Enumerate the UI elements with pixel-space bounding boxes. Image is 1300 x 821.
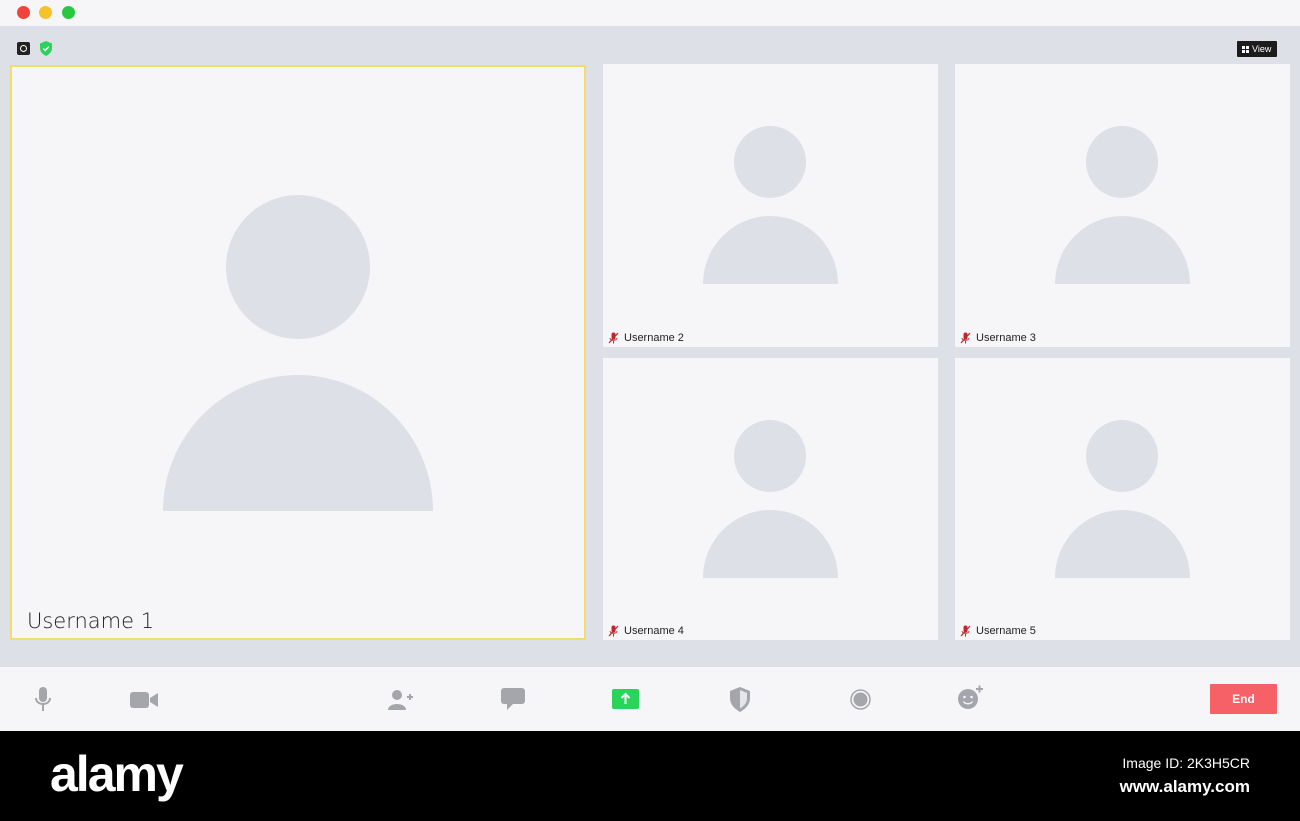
participant-name: Username 4 [624,625,684,637]
end-call-button[interactable]: End [1210,684,1277,714]
participant-name: Username 3 [976,332,1036,344]
window-titlebar [0,0,1300,26]
avatar-body [703,510,838,578]
participant-name: Username 1 [27,609,155,633]
image-id: Image ID: 2K3H5CR [1122,755,1250,771]
mic-muted-icon [608,625,619,637]
mic-muted-icon [960,625,971,637]
close-window-button[interactable] [17,6,30,19]
avatar-body [1055,510,1190,578]
maximize-window-button[interactable] [62,6,75,19]
info-icon[interactable] [17,42,30,55]
avatar-head [1086,126,1158,198]
watermark-footer: alamy Image ID: 2K3H5CR www.alamy.com [0,731,1300,821]
participant-name: Username 2 [624,332,684,344]
participant-tile-5[interactable]: Username 5 [955,358,1290,640]
participant-name: Username 5 [976,625,1036,637]
avatar-body [163,375,433,511]
participant-label: Username 3 [960,332,1036,344]
view-layout-button[interactable]: View [1237,41,1277,57]
avatar-head [1086,420,1158,492]
avatar-body [1055,216,1190,284]
mic-muted-icon [608,332,619,344]
participant-label: Username 5 [960,625,1036,637]
security-icon[interactable] [729,687,751,712]
video-camera-icon[interactable] [130,691,159,709]
participant-tile-3[interactable]: Username 3 [955,64,1290,347]
participant-label: Username 2 [608,332,684,344]
record-icon[interactable] [850,689,871,710]
microphone-icon[interactable] [34,687,52,713]
reactions-icon[interactable] [957,684,984,711]
site-url: www.alamy.com [1119,777,1250,796]
avatar-head [226,195,370,339]
avatar-head [734,420,806,492]
mic-muted-icon [960,332,971,344]
verified-shield-icon[interactable] [39,41,53,56]
main-video-tile[interactable]: Username 1 [10,65,586,640]
participant-tile-4[interactable]: Username 4 [603,358,938,640]
view-button-label: View [1252,44,1272,54]
chat-icon[interactable] [501,688,525,710]
video-stage: View Username 1 Username 2 Username 3 Us… [0,26,1300,667]
minimize-window-button[interactable] [39,6,52,19]
brand-logo: alamy [50,746,184,802]
avatar-head [734,126,806,198]
share-screen-icon[interactable] [612,689,639,709]
add-participant-icon[interactable] [388,689,414,711]
participant-label: Username 4 [608,625,684,637]
meeting-toolbar: End [0,667,1300,731]
participant-tile-2[interactable]: Username 2 [603,64,938,347]
avatar-body [703,216,838,284]
grid-view-icon [1242,45,1249,53]
